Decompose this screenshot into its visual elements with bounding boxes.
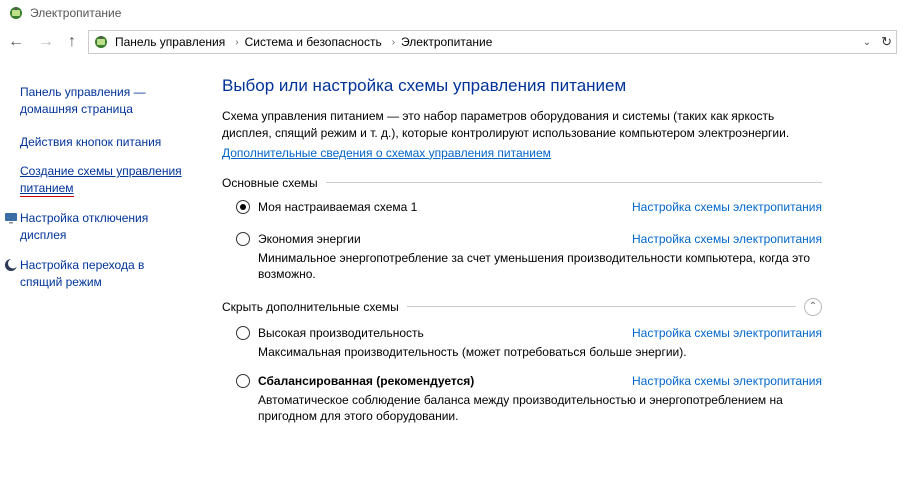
radio-balanced-plan[interactable]	[236, 374, 250, 388]
collapse-icon[interactable]: ⌃	[804, 298, 822, 316]
monitor-icon	[2, 211, 20, 225]
main-content: Выбор или настройка схемы управления пит…	[192, 76, 862, 439]
configure-plan-link[interactable]: Настройка схемы электропитания	[632, 326, 822, 340]
learn-more-link[interactable]: Дополнительные сведения о схемах управле…	[222, 146, 551, 160]
moon-icon	[2, 258, 20, 272]
sidebar-link-sleep[interactable]: Настройка перехода в спящий режим	[20, 257, 184, 292]
address-bar[interactable]: Панель управления › Система и безопаснос…	[88, 30, 897, 54]
window-title: Электропитание	[30, 6, 121, 20]
intro-text: Схема управления питанием — это набор па…	[222, 108, 822, 142]
sidebar-link-create-plan[interactable]: Создание схемы управления питанием	[20, 163, 184, 198]
breadcrumb-root[interactable]: Панель управления	[115, 35, 225, 49]
up-arrow-icon[interactable]: ↑	[68, 33, 76, 51]
configure-plan-link[interactable]: Настройка схемы электропитания	[632, 374, 822, 388]
configure-plan-link[interactable]: Настройка схемы электропитания	[632, 232, 822, 246]
refresh-icon[interactable]: ↻	[881, 34, 892, 50]
plan-name[interactable]: Экономия энергии	[258, 232, 361, 246]
breadcrumb-category[interactable]: Система и безопасность	[245, 35, 382, 49]
sidebar-link-power-buttons[interactable]: Действия кнопок питания	[20, 134, 184, 151]
sidebar: Панель управления — домашняя страница Де…	[0, 76, 192, 439]
radio-saver-plan[interactable]	[236, 232, 250, 246]
plan-name[interactable]: Высокая производительность	[258, 326, 424, 340]
plan-name[interactable]: Моя настраиваемая схема 1	[258, 200, 417, 214]
plan-custom: Моя настраиваемая схема 1 Настройка схем…	[236, 200, 822, 214]
chevron-right-icon[interactable]: ›	[392, 37, 395, 48]
plan-balanced: Сбалансированная (рекомендуется) Настрой…	[236, 374, 822, 424]
radio-high-perf-plan[interactable]	[236, 326, 250, 340]
sidebar-home-link[interactable]: Панель управления — домашняя страница	[20, 84, 184, 118]
navbar: ← → ↑ Панель управления › Система и безо…	[0, 26, 905, 62]
titlebar: Электропитание	[0, 0, 905, 26]
chevron-right-icon[interactable]: ›	[235, 37, 238, 48]
page-heading: Выбор или настройка схемы управления пит…	[222, 76, 822, 96]
radio-custom-plan[interactable]	[236, 200, 250, 214]
sidebar-link-display-off[interactable]: Настройка отключения дисплея	[20, 210, 184, 245]
breadcrumb-page[interactable]: Электропитание	[401, 35, 492, 49]
plan-description: Максимальная производительность (может п…	[258, 344, 822, 360]
chevron-down-icon[interactable]: ⌄	[863, 37, 871, 48]
power-options-icon	[8, 5, 24, 21]
power-options-icon	[93, 34, 109, 50]
group-basic-plans: Основные схемы	[222, 176, 822, 190]
group-extra-plans: Скрыть дополнительные схемы ⌃	[222, 298, 822, 316]
plan-saver: Экономия энергии Настройка схемы электро…	[236, 232, 822, 282]
plan-description: Минимальное энергопотребление за счет ум…	[258, 250, 822, 282]
back-arrow-icon[interactable]: ←	[8, 33, 24, 51]
forward-arrow-icon: →	[38, 33, 54, 51]
nav-arrows: ← → ↑	[8, 33, 76, 51]
plan-high-performance: Высокая производительность Настройка схе…	[236, 326, 822, 360]
configure-plan-link[interactable]: Настройка схемы электропитания	[632, 200, 822, 214]
plan-name[interactable]: Сбалансированная (рекомендуется)	[258, 374, 474, 388]
plan-description: Автоматическое соблюдение баланса между …	[258, 392, 822, 424]
